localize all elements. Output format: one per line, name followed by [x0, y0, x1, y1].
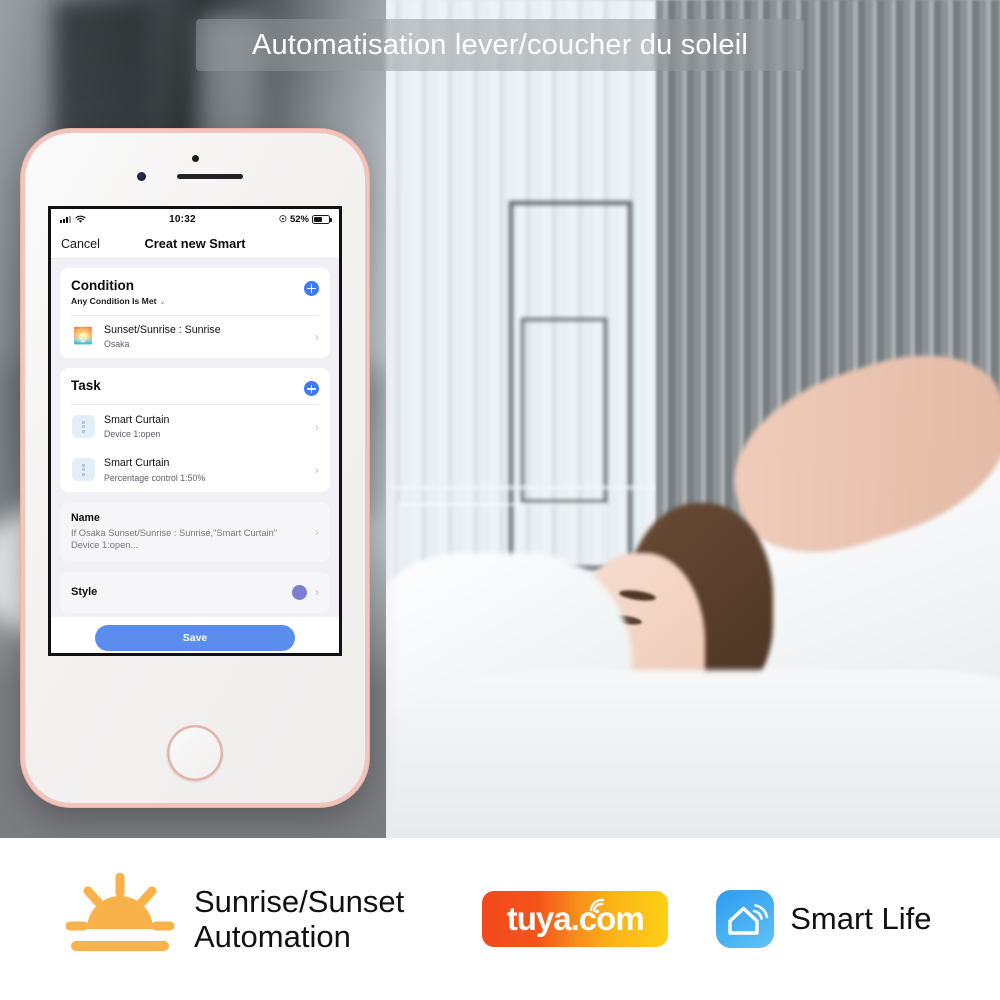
task-card: Task Smart Curtain Device 1:open › Smart… — [60, 368, 330, 492]
iphone-mockup: 10:32 ☉ 52% Cancel Creat new Smart Condi… — [25, 133, 365, 803]
chevron-right-icon: › — [315, 329, 319, 344]
chevron-right-icon: › — [315, 419, 319, 434]
smart-life-logo: Smart Life — [716, 890, 932, 948]
sunrise-icon: 🌅 — [71, 325, 95, 349]
condition-mode-label: Any Condition Is Met — [71, 295, 157, 306]
scroll-content: Condition Any Condition Is Met ⌄ 🌅 Sunse… — [51, 259, 339, 653]
glass-rail — [386, 486, 669, 490]
condition-row-title: Sunset/Sunrise : Sunrise — [104, 324, 221, 337]
name-label: Name — [71, 511, 100, 524]
status-bar-right: ☉ 52% — [278, 213, 332, 225]
tuya-word: tuya — [506, 900, 572, 937]
status-bar: 10:32 ☉ 52% — [51, 209, 339, 229]
app-nav-bar: Cancel Creat new Smart — [51, 229, 339, 259]
hero-title-banner: Automatisation lever/coucher du soleil — [196, 19, 804, 71]
cancel-button[interactable]: Cancel — [61, 237, 100, 251]
condition-card: Condition Any Condition Is Met ⌄ 🌅 Sunse… — [60, 268, 330, 359]
proximity-sensor-icon — [137, 172, 146, 181]
save-button[interactable]: Save — [95, 625, 295, 651]
hero-title-text: Automatisation lever/coucher du soleil — [251, 28, 749, 61]
add-task-button[interactable] — [304, 381, 319, 397]
task-row-text: Smart Curtain Device 1:open — [104, 414, 306, 439]
sunrise-glyph: 🌅 — [73, 327, 93, 345]
task-row[interactable]: Smart Curtain Device 1:open › — [60, 405, 330, 448]
chevron-right-icon: › — [315, 462, 319, 477]
front-camera-icon — [192, 155, 199, 162]
footer-banner: Sunrise/Sunset Automation tuya.com Smart… — [0, 838, 1000, 1000]
chevron-right-icon: › — [315, 524, 319, 539]
task-row-subtitle: Device 1:open — [104, 429, 161, 440]
save-bar: Save — [51, 617, 339, 653]
feature-line-1: Sunrise/Sunset — [194, 883, 405, 919]
condition-card-header: Condition Any Condition Is Met ⌄ — [60, 268, 330, 315]
task-row-text: Smart Curtain Percentage control 1:50% — [104, 457, 306, 482]
condition-title: Condition — [71, 278, 134, 293]
earpiece-speaker — [177, 174, 243, 179]
window-frame-inner — [521, 318, 608, 503]
wifi-arc-icon — [590, 898, 605, 914]
rotation-lock-icon: ☉ — [278, 213, 287, 224]
condition-row-subtitle: Osaka — [104, 339, 130, 350]
task-title: Task — [71, 378, 101, 394]
style-label: Style — [71, 586, 98, 599]
style-color-swatch[interactable] — [292, 584, 307, 600]
task-row[interactable]: Smart Curtain Percentage control 1:50% › — [60, 448, 330, 491]
chevron-down-icon: ⌄ — [158, 295, 167, 306]
cellular-signal-icon — [60, 215, 71, 223]
tuya-logo-text: tuya.com — [506, 900, 645, 938]
condition-row-text: Sunset/Sunrise : Sunrise Osaka — [104, 324, 306, 349]
condition-row-sunrise[interactable]: 🌅 Sunset/Sunrise : Sunrise Osaka › — [60, 315, 330, 358]
task-row-title: Smart Curtain — [104, 414, 170, 427]
home-button[interactable] — [167, 725, 223, 781]
curtain-device-glyph — [71, 415, 95, 439]
task-card-header: Task — [60, 368, 330, 404]
task-row-subtitle: Percentage control 1:50% — [104, 472, 206, 483]
condition-card-header-text: Condition Any Condition Is Met ⌄ — [71, 278, 304, 307]
smart-curtain-icon — [71, 458, 95, 482]
hero-image: Automatisation lever/coucher du soleil 1… — [0, 0, 1000, 838]
smart-curtain-icon — [71, 415, 95, 439]
wifi-icon — [75, 215, 86, 223]
name-card-text: Name If Osaka Sunset/Sunrise : Sunrise,"… — [71, 512, 307, 552]
tuya-logo: tuya.com — [482, 891, 669, 947]
feature-line-2: Automation — [194, 919, 351, 954]
curtain-device-glyph — [71, 458, 95, 482]
chevron-right-icon: › — [315, 585, 319, 600]
style-card[interactable]: Style › — [60, 571, 330, 613]
task-row-title: Smart Curtain — [104, 457, 170, 470]
phone-screen: 10:32 ☉ 52% Cancel Creat new Smart Condi… — [48, 206, 342, 656]
smart-life-app-icon — [716, 890, 775, 948]
name-value: If Osaka Sunset/Sunrise : Sunrise,"Smart… — [71, 527, 278, 551]
battery-percent-label: 52% — [289, 213, 309, 225]
smart-life-label: Smart Life — [790, 901, 932, 936]
status-bar-time: 10:32 — [169, 213, 196, 225]
status-bar-left — [60, 215, 86, 224]
add-condition-button[interactable] — [304, 281, 319, 296]
feature-text: Sunrise/Sunset Automation — [194, 884, 404, 954]
name-card[interactable]: Name If Osaka Sunset/Sunrise : Sunrise,"… — [60, 501, 330, 562]
background-photo-bedroom — [386, 0, 1000, 838]
battery-icon — [312, 214, 332, 224]
task-card-header-text: Task — [71, 378, 304, 394]
white-duvet — [386, 670, 1000, 838]
sunrise-sunset-icon — [64, 872, 176, 965]
phone-top-hardware — [25, 155, 365, 181]
condition-mode-selector[interactable]: Any Condition Is Met ⌄ — [71, 296, 304, 307]
